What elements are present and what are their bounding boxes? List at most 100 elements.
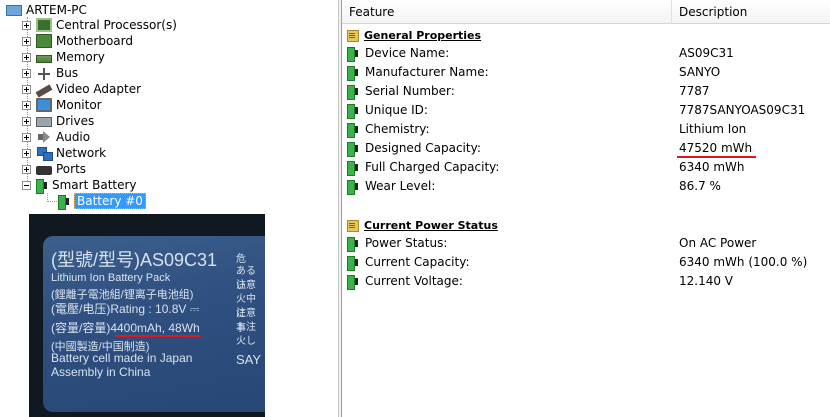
tree-item-label: Motherboard <box>56 34 133 48</box>
computer-icon <box>6 5 22 16</box>
battery-icon <box>347 274 359 290</box>
collapse-icon[interactable] <box>22 180 31 190</box>
tree-item-label: Video Adapter <box>56 82 142 96</box>
battery-icon <box>347 65 359 81</box>
tree-item-monitor[interactable]: Monitor <box>22 97 102 113</box>
property-row[interactable]: Designed Capacity: 47520 mWh <box>342 139 830 158</box>
memory-icon <box>36 54 52 63</box>
photo-side-text: 注意 <box>236 280 256 291</box>
property-value: 7787SANYOAS09C31 <box>679 103 806 117</box>
tree-root-label: ARTEM-PC <box>26 3 87 17</box>
column-header-description[interactable]: Description <box>672 0 830 24</box>
photo-pack-text: Lithium Ion Battery Pack <box>51 272 171 284</box>
expand-icon[interactable] <box>22 36 31 46</box>
tree-item-ports[interactable]: Ports <box>22 161 86 177</box>
property-name: Chemistry: <box>365 122 430 136</box>
property-value: On AC Power <box>679 236 757 250</box>
bus-icon <box>36 66 52 80</box>
tree-item-audio[interactable]: Audio <box>22 129 90 145</box>
property-name: Current Voltage: <box>365 274 463 288</box>
property-name: Power Status: <box>365 236 448 250</box>
expand-icon[interactable] <box>22 68 31 78</box>
property-name: Device Name: <box>365 46 450 60</box>
photo-model-text: (型號/型号)AS09C31 <box>51 250 218 270</box>
property-name: Unique ID: <box>365 103 428 117</box>
tree-item-memory[interactable]: Memory <box>22 49 105 65</box>
expand-icon[interactable] <box>22 84 31 94</box>
tree-item-drives[interactable]: Drives <box>22 113 94 129</box>
cpu-icon <box>36 18 52 32</box>
device-tree: ARTEM-PC Central Processor(s) Motherboar… <box>0 0 338 417</box>
tree-item-label: Network <box>56 146 107 160</box>
expand-icon[interactable] <box>22 148 31 158</box>
battery-icon <box>347 122 359 138</box>
tree-item-smart-battery[interactable]: Smart Battery <box>22 177 137 194</box>
property-name: Designed Capacity: <box>365 141 481 155</box>
battery-icon <box>347 160 359 176</box>
property-row[interactable]: Chemistry: Lithium Ion <box>342 120 830 139</box>
property-value: 6340 mWh <box>679 160 745 174</box>
property-value: 86.7 % <box>679 179 721 193</box>
property-row[interactable]: Unique ID: 7787SANYOAS09C31 <box>342 101 830 120</box>
group-current-power-status: Current Power Status <box>347 217 498 233</box>
expand-icon[interactable] <box>22 164 31 174</box>
battery-icon <box>347 46 359 62</box>
tree-item-network[interactable]: Network <box>22 145 106 161</box>
battery-icon <box>347 255 359 271</box>
tree-item-motherboard[interactable]: Motherboard <box>22 33 133 49</box>
properties-group-icon <box>347 219 359 232</box>
property-row[interactable]: Full Charged Capacity: 6340 mWh <box>342 158 830 177</box>
tree-item-label: Memory <box>56 50 105 64</box>
property-value: 6340 mWh (100.0 %) <box>679 255 808 269</box>
network-icon <box>36 146 53 161</box>
property-row[interactable]: Current Voltage: 12.140 V <box>342 272 830 291</box>
photo-side-text: ト注 <box>236 322 256 333</box>
expand-icon[interactable] <box>22 20 31 30</box>
port-icon <box>36 166 52 175</box>
expand-icon[interactable] <box>22 52 31 62</box>
tree-root-computer[interactable]: ARTEM-PC <box>6 2 87 18</box>
battery-label-photo: (型號/型号)AS09C31 Lithium Ion Battery Pack … <box>29 214 265 417</box>
property-value: Lithium Ion <box>679 122 747 136</box>
expand-icon[interactable] <box>22 132 31 142</box>
battery-icon <box>347 141 359 157</box>
property-name: Wear Level: <box>365 179 436 193</box>
expand-icon[interactable] <box>22 116 31 126</box>
property-name: Manufacturer Name: <box>365 65 489 79</box>
photo-side-text: SAY <box>236 352 262 367</box>
capacity-red-underline <box>115 335 201 337</box>
speaker-icon <box>36 130 52 144</box>
property-row[interactable]: Serial Number: 7787 <box>342 82 830 101</box>
photo-side-text: 火し <box>236 336 256 347</box>
property-value: 7787 <box>679 84 710 98</box>
property-row[interactable]: Current Capacity: 6340 mWh (100.0 %) <box>342 253 830 272</box>
list-header: Feature Description <box>342 0 830 24</box>
battery-properties-list: Feature Description General Properties D… <box>342 0 830 417</box>
video-adapter-icon <box>35 84 53 98</box>
column-header-feature[interactable]: Feature <box>342 0 672 24</box>
tree-item-battery-0[interactable]: Battery #0 <box>58 193 146 210</box>
tree-item-label: Central Processor(s) <box>56 18 177 32</box>
property-row[interactable]: Wear Level: 86.7 % <box>342 177 830 196</box>
tree-item-bus[interactable]: Bus <box>22 65 78 81</box>
tree-item-central-processors[interactable]: Central Processor(s) <box>22 17 177 33</box>
property-row[interactable]: Power Status: On AC Power <box>342 234 830 253</box>
battery-icon <box>58 194 70 210</box>
battery-icon <box>347 179 359 195</box>
battery-icon <box>347 84 359 100</box>
photo-rating-text: (電壓/电压)Rating : 10.8V ⎓ <box>51 302 200 316</box>
property-row[interactable]: Manufacturer Name: SANYO <box>342 63 830 82</box>
group-title: General Properties <box>364 28 482 42</box>
expand-icon[interactable] <box>22 100 31 110</box>
motherboard-icon <box>36 34 52 48</box>
battery-icon <box>347 236 359 252</box>
property-name: Current Capacity: <box>365 255 470 269</box>
photo-capacity-text: (容量/容量)4400mAh, 48Wh <box>51 321 200 335</box>
property-row[interactable]: Device Name: AS09C31 <box>342 44 830 63</box>
monitor-icon <box>36 98 52 112</box>
tree-item-video-adapter[interactable]: Video Adapter <box>22 81 142 98</box>
tree-item-label: Bus <box>56 66 79 80</box>
property-value: SANYO <box>679 65 721 79</box>
drive-icon <box>36 117 52 127</box>
property-value: 12.140 V <box>679 274 734 288</box>
